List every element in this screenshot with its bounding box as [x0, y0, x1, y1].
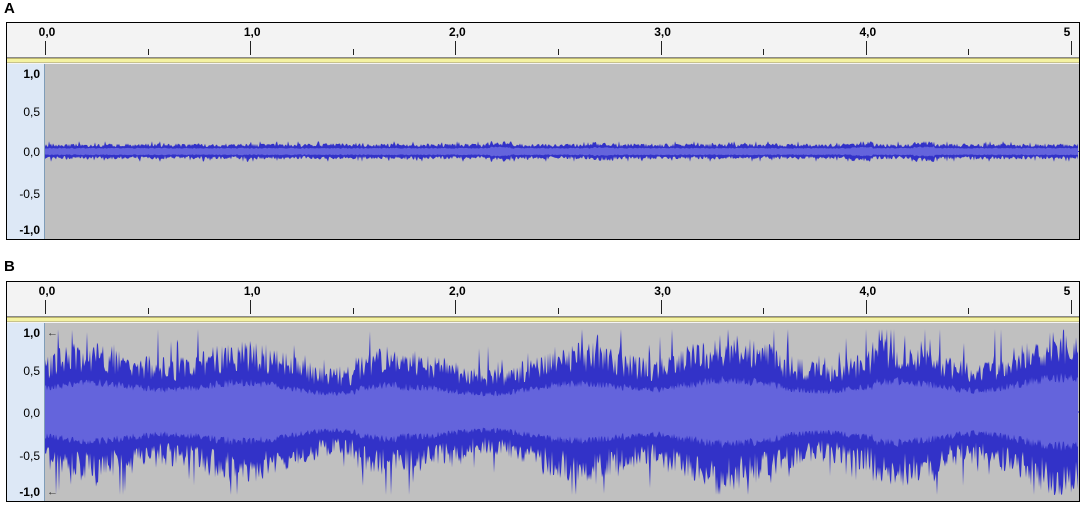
ruler-tick — [147, 49, 149, 55]
ruler-tick — [352, 49, 354, 55]
ruler-tick-label: 5 — [1063, 284, 1071, 298]
ruler-tick — [968, 49, 970, 55]
panel-b-label: B — [4, 258, 15, 275]
y-tick-label: 1,0 — [23, 326, 40, 340]
ruler-tick-label: 0,0 — [38, 284, 56, 298]
ruler-tick-label: 3,0 — [654, 284, 671, 298]
y-tick-label: 1,0 — [23, 67, 40, 81]
waveform — [45, 141, 1079, 162]
y-tick-label: -0,5 — [19, 187, 40, 201]
ruler-tick — [250, 300, 252, 314]
y-tick-label: -0,5 — [19, 449, 40, 463]
ruler-tick — [865, 41, 867, 55]
ruler-tick — [865, 300, 867, 314]
audio-track[interactable]: 1,0 0,5 0,0 -0,5 -1,0 ← ← — [7, 323, 1079, 501]
panel-a-label: A — [4, 0, 15, 17]
y-tick-label: 0,5 — [23, 105, 40, 119]
ruler-tick-label: 0,0 — [38, 25, 56, 39]
waveform-panel-a: 0,0 1,0 2,0 3,0 4,0 5 1,0 0,5 0,0 -0,5 -1,0 — [6, 22, 1080, 240]
y-tick-label: 0,0 — [23, 406, 40, 420]
selection-band — [7, 317, 1079, 322]
ruler-tick-label: 4,0 — [859, 25, 877, 39]
y-tick-label: -1,0 — [19, 485, 40, 499]
waveform — [45, 329, 1079, 495]
y-tick-label: 0,5 — [23, 364, 40, 378]
amplitude-axis: 1,0 0,5 0,0 -0,5 -1,0 — [7, 323, 45, 501]
waveform-display[interactable] — [45, 64, 1079, 239]
ruler-tick — [352, 308, 354, 314]
ruler-tick — [763, 308, 765, 314]
ruler-tick — [250, 41, 252, 55]
ruler-tick — [1071, 300, 1072, 314]
waveform-display[interactable] — [45, 323, 1079, 501]
left-arrow-icon: ← — [47, 327, 58, 339]
y-tick-label: 0,0 — [23, 145, 40, 159]
selection-band — [7, 58, 1079, 63]
ruler-tick-label: 2,0 — [449, 284, 466, 298]
y-tick-label: -1,0 — [19, 223, 40, 237]
ruler-tick-label: 1,0 — [243, 284, 261, 298]
ruler-tick-label: 2,0 — [449, 25, 466, 39]
ruler-tick-label: 5 — [1063, 25, 1071, 39]
ruler-tick — [660, 41, 662, 55]
timeline-ruler[interactable]: 0,0 1,0 2,0 3,0 4,0 5 — [7, 23, 1079, 55]
ruler-tick-label: 3,0 — [654, 25, 671, 39]
ruler-tick — [1071, 41, 1072, 55]
audio-track[interactable]: 1,0 0,5 0,0 -0,5 -1,0 — [7, 64, 1079, 239]
left-arrow-icon: ← — [47, 486, 58, 498]
amplitude-axis: 1,0 0,5 0,0 -0,5 -1,0 — [7, 64, 45, 239]
ruler-tick — [455, 41, 457, 55]
ruler-tick-label: 4,0 — [859, 284, 877, 298]
ruler-tick — [45, 300, 46, 314]
ruler-tick — [558, 308, 559, 314]
ruler-tick-label: 1,0 — [243, 25, 261, 39]
timeline-ruler[interactable]: 0,0 1,0 2,0 3,0 4,0 5 — [7, 282, 1079, 314]
ruler-tick — [763, 49, 765, 55]
ruler-tick — [45, 41, 46, 55]
ruler-tick — [147, 308, 149, 314]
ruler-tick — [968, 308, 970, 314]
waveform-panel-b: 0,0 1,0 2,0 3,0 4,0 5 1,0 0,5 0,0 -0,5 -1,0 ←… — [6, 281, 1080, 502]
ruler-tick — [558, 49, 559, 55]
ruler-tick — [455, 300, 457, 314]
ruler-tick — [660, 300, 662, 314]
